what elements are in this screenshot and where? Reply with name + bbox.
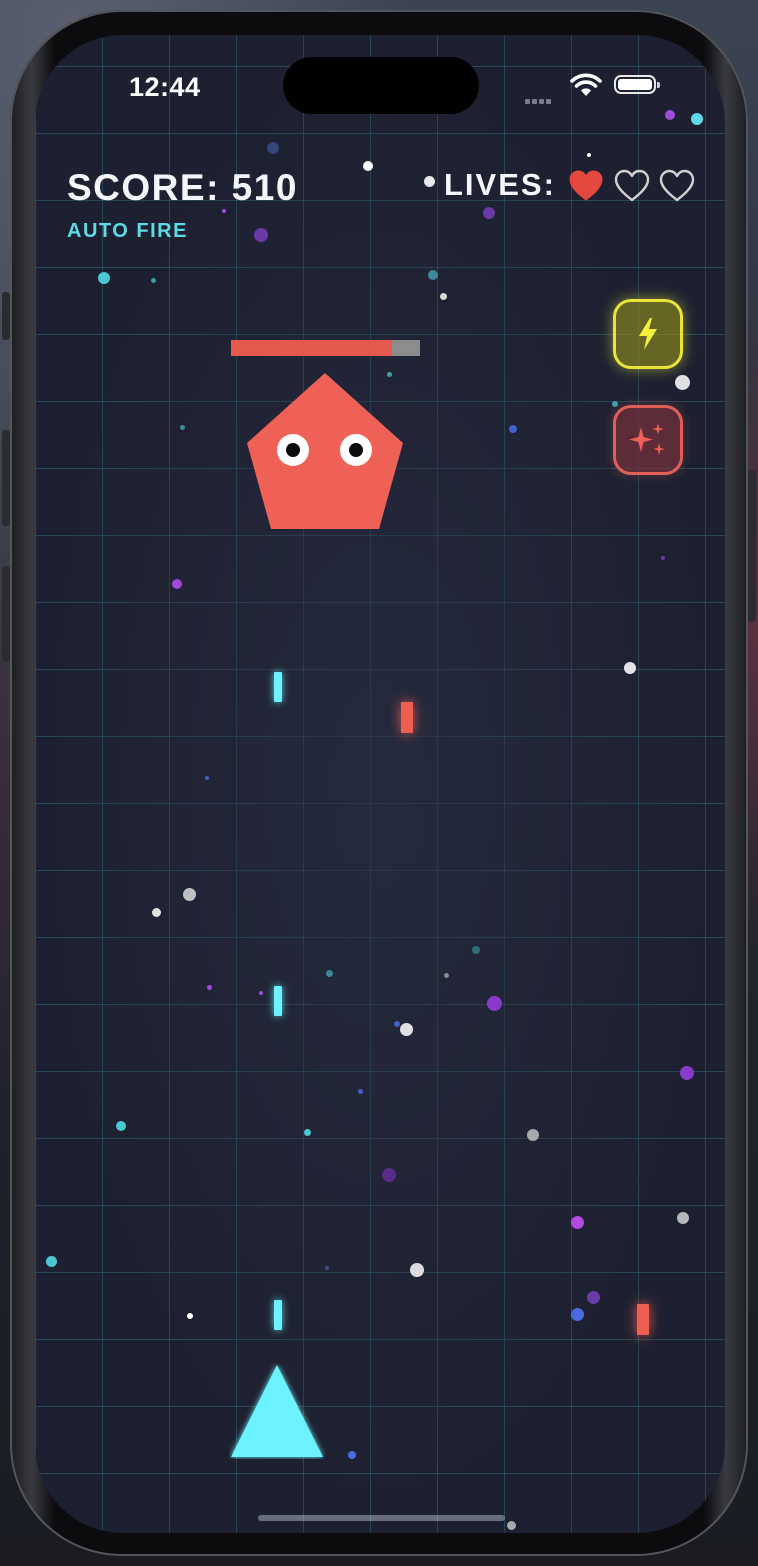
particle-dot — [612, 401, 618, 407]
player-bullet — [274, 986, 282, 1016]
player-bullet — [274, 672, 282, 702]
enemy-bullet — [401, 702, 413, 733]
particle-dot — [304, 1129, 311, 1136]
home-indicator[interactable] — [258, 1515, 505, 1521]
particle-dot — [358, 1089, 363, 1094]
volume-down-button — [2, 566, 10, 662]
lives-label: LIVES: — [444, 167, 556, 202]
heart-empty-icon — [659, 169, 695, 202]
particle-dot — [424, 176, 435, 187]
player-ship[interactable] — [229, 1363, 325, 1459]
particle-dot — [172, 579, 182, 589]
particle-dot — [665, 110, 675, 120]
sparkle-icon — [629, 423, 665, 455]
particle-dot — [571, 1216, 584, 1229]
particle-dot — [680, 1066, 694, 1080]
sparkle-powerup-button[interactable] — [613, 405, 683, 475]
heart-full-icon — [569, 170, 603, 201]
particle-dot — [207, 985, 212, 990]
particle-dot — [222, 209, 226, 213]
wifi-icon — [570, 73, 602, 96]
particle-dot — [428, 270, 438, 280]
particle-dot — [151, 278, 156, 283]
cellular-signal-icon — [525, 91, 553, 109]
fire-mode-label: AUTO FIRE — [67, 220, 188, 242]
particle-dot — [587, 153, 591, 157]
particle-dot — [267, 142, 279, 154]
player-bullet — [274, 1300, 282, 1330]
particle-dot — [677, 1212, 689, 1224]
score-display: SCORE: 510 — [67, 167, 298, 208]
particle-dot — [400, 1023, 413, 1036]
particle-dot — [348, 1451, 356, 1459]
particle-dot — [527, 1129, 539, 1141]
particle-dot — [326, 970, 333, 977]
particle-dot — [187, 1313, 193, 1319]
game-screen[interactable]: 12:44 SCORE: 510 AUTO FIRE LIVES: — [35, 35, 725, 1533]
particle-dot — [205, 776, 209, 780]
enemy-health-fill — [231, 340, 392, 356]
particle-dot — [675, 375, 690, 390]
particle-dot — [440, 293, 447, 300]
enemy-pentagon — [247, 373, 403, 529]
particle-dot — [46, 1256, 57, 1267]
particle-dot — [98, 272, 110, 284]
particle-dot — [587, 1291, 600, 1304]
heart-empty-icon — [614, 169, 650, 202]
particle-dot — [661, 556, 665, 560]
particle-dot — [382, 1168, 396, 1182]
particle-dot — [444, 973, 449, 978]
particle-dot — [472, 946, 480, 954]
particle-dot — [507, 1521, 516, 1530]
particle-dot — [571, 1308, 584, 1321]
action-button — [2, 292, 10, 340]
particle-dot — [325, 1266, 329, 1270]
particle-dot — [487, 996, 502, 1011]
dynamic-island — [283, 57, 479, 114]
lightning-icon — [639, 318, 657, 350]
power-button — [748, 470, 756, 622]
particle-dot — [691, 113, 703, 125]
particle-dot — [509, 425, 517, 433]
battery-icon — [614, 75, 660, 94]
enemy-left-eye — [277, 434, 309, 466]
enemy-health-bar — [231, 340, 420, 356]
particle-dot — [180, 425, 185, 430]
enemy-right-eye — [340, 434, 372, 466]
particle-dot — [410, 1263, 424, 1277]
enemy-bullet — [637, 1304, 649, 1335]
particle-dot — [183, 888, 196, 901]
particle-dot — [363, 161, 373, 171]
status-time: 12:44 — [129, 72, 201, 102]
volume-up-button — [2, 430, 10, 526]
particle-dot — [483, 207, 495, 219]
particle-dot — [259, 991, 263, 995]
particle-dot — [624, 662, 636, 674]
particle-dot — [152, 908, 161, 917]
lightning-powerup-button[interactable] — [613, 299, 683, 369]
particle-dot — [116, 1121, 126, 1131]
particle-dot — [254, 228, 268, 242]
particle-dot — [394, 1021, 400, 1027]
